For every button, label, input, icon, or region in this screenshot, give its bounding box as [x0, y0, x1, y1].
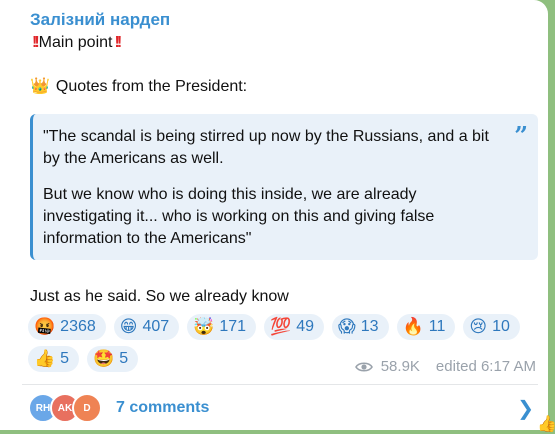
edited-timestamp: edited 6:17 AM — [435, 358, 536, 375]
reaction-chip[interactable]: 🤬 2368 — [28, 314, 106, 340]
reactions-row: 🤬 2368 😁 407 🤯 171 💯 49 😱 13 🔥 11 😢 10 — [28, 314, 528, 340]
exploding-head-icon: 🤯 — [193, 317, 215, 336]
cursing-face-icon: 🤬 — [34, 317, 56, 336]
message-meta: 58.9K edited 6:17 AM — [354, 358, 536, 375]
reaction-chip[interactable]: 🤩 5 — [87, 346, 139, 372]
reaction-count: 171 — [219, 318, 247, 335]
comments-label: 7 comments — [116, 399, 210, 416]
star-struck-icon: 🤩 — [93, 349, 115, 368]
quotes-intro-text: Quotes from the President: — [55, 78, 248, 95]
screaming-face-icon: 😱 — [338, 317, 356, 336]
hundred-points-icon: 💯 — [270, 317, 292, 336]
reaction-count: 10 — [492, 318, 510, 335]
main-point-line: !! Main point!! — [30, 34, 122, 52]
quote-mark-icon: ” — [514, 121, 528, 150]
channel-name[interactable]: Залізний нардеп — [30, 10, 170, 30]
post-closing-text: Just as he said. So we already know — [30, 288, 289, 305]
reaction-chip[interactable]: 💯 49 — [264, 314, 325, 340]
quote-block: ” "The scandal is being stirred up now b… — [30, 114, 538, 260]
quote-paragraph: "The scandal is being stirred up now by … — [43, 128, 489, 167]
divider — [22, 384, 538, 385]
quote-paragraph: But we know who is doing this inside, we… — [43, 186, 435, 247]
reaction-chip[interactable]: 🤯 171 — [187, 314, 257, 340]
quotes-intro-line: 👑 Quotes from the President: — [30, 76, 247, 96]
reaction-chip[interactable]: 😢 10 — [463, 314, 520, 340]
reaction-chip[interactable]: 🔥 11 — [396, 314, 456, 340]
double-exclamation-icon: !! — [114, 34, 121, 51]
comments-button[interactable]: RH AK D 7 comments ❯ — [28, 392, 534, 424]
commenter-avatars: RH AK D — [28, 393, 102, 423]
reaction-count: 5 — [119, 350, 129, 367]
reaction-chip[interactable]: 😁 407 — [113, 314, 180, 340]
thumbs-up-icon: 👍 — [34, 349, 56, 368]
reaction-count: 11 — [428, 318, 446, 335]
avatar: D — [72, 393, 102, 423]
views-count: 58.9K — [380, 358, 420, 375]
main-point-text: Main point — [38, 34, 113, 51]
fire-icon: 🔥 — [402, 317, 424, 336]
chevron-right-icon: ❯ — [517, 397, 534, 420]
grinning-face-icon: 😁 — [119, 317, 138, 336]
reaction-count: 13 — [360, 318, 379, 335]
message-bubble: Залізний нардеп !! Main point!! 👑 Quotes f… — [0, 0, 548, 430]
crown-icon: 👑 — [30, 78, 50, 95]
double-exclamation-icon: !! — [32, 34, 39, 51]
thumbs-up-icon[interactable]: 👍 — [537, 414, 555, 434]
reaction-chip[interactable]: 😱 13 — [332, 314, 389, 340]
reaction-count: 5 — [60, 350, 70, 367]
eye-icon — [354, 361, 373, 372]
crying-face-icon: 😢 — [469, 317, 488, 336]
reaction-count: 407 — [142, 318, 170, 335]
reaction-count: 49 — [296, 318, 315, 335]
reaction-count: 2368 — [60, 318, 96, 335]
reaction-chip[interactable]: 👍 5 — [28, 346, 80, 372]
